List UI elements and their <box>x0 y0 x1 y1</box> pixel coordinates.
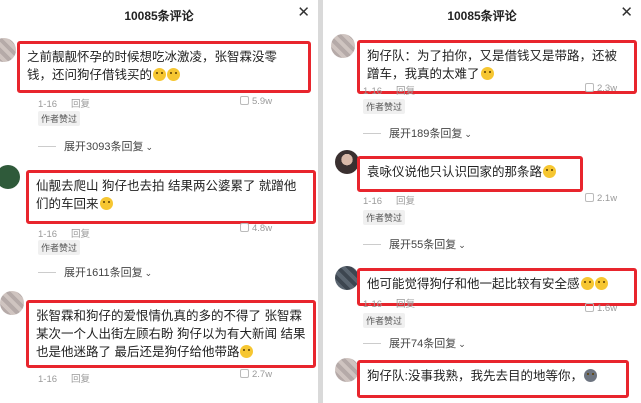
thumb-icon <box>240 223 249 232</box>
comment-meta: 1-16 回复 <box>38 99 91 110</box>
avatar[interactable] <box>0 291 24 315</box>
avatar[interactable] <box>331 34 355 58</box>
comment-text: 仙靓去爬山 狗仔也去拍 结果两公婆累了 就蹭他们的车回来 <box>36 179 297 211</box>
author-liked-badge: 作者赞过 <box>363 210 406 225</box>
thumb-icon <box>240 369 249 378</box>
grin-emoji-icon <box>580 277 594 290</box>
thumb-icon <box>585 83 594 92</box>
reply-link[interactable]: 回复 <box>396 299 415 310</box>
like-count[interactable]: 2.7w <box>240 369 272 380</box>
like-count[interactable]: 2.1w <box>585 193 617 204</box>
like-count[interactable]: 1.6w <box>585 303 617 314</box>
like-count[interactable]: 5.9w <box>240 96 272 107</box>
author-liked-badge: 作者赞过 <box>38 240 81 255</box>
thumb-icon <box>240 96 249 105</box>
comments-panel-left: 10085条评论 ✕ 之前靓靓怀孕的时候想吃冰激凌，张智霖没零钱，还问狗仔借钱买… <box>0 0 318 403</box>
chevron-down-icon: ⌄ <box>144 268 153 278</box>
husky-emoji-icon <box>583 369 597 382</box>
comment-text: 他可能觉得狗仔和他一起比较有安全感 <box>367 277 580 291</box>
thumb-icon <box>585 303 594 312</box>
grin-emoji-icon <box>99 197 113 210</box>
comment-meta: 1-16 回复 <box>38 374 91 385</box>
author-liked-badge: 作者赞过 <box>38 111 81 126</box>
comments-count-title: 10085条评论 <box>124 9 194 23</box>
reply-link[interactable]: 回复 <box>71 374 90 385</box>
like-count[interactable]: 4.8w <box>240 223 272 234</box>
comments-panel-right: 10085条评论 ✕ 狗仔队：为了拍你，又是借钱又是带路，还被蹭车，我真的太难了… <box>323 0 641 403</box>
avatar[interactable] <box>0 38 16 62</box>
author-liked-badge: 作者赞过 <box>363 313 406 328</box>
expand-replies-button[interactable]: 展开189条回复 ⌄ <box>363 125 472 141</box>
chevron-down-icon: ⌄ <box>458 339 466 349</box>
comment-meta: 1-16 回复 <box>38 229 91 240</box>
grin-emoji-icon <box>543 165 557 178</box>
avatar[interactable] <box>335 358 359 382</box>
reply-link[interactable]: 回复 <box>396 196 415 207</box>
chevron-down-icon: ⌄ <box>458 240 466 250</box>
grin-emoji-icon <box>153 68 167 81</box>
comment-text-box: 仙靓去爬山 狗仔也去拍 结果两公婆累了 就蹭他们的车回来 <box>26 170 316 224</box>
comment-text-box: 狗仔队:没事我熟，我先去目的地等你， <box>357 360 629 398</box>
comments-count-title: 10085条评论 <box>447 9 517 23</box>
comment-text-box: 张智霖和狗仔的爱恨情仇真的多的不得了 张智霖某次一个人出街左顾右盼 狗仔以为有大… <box>26 300 316 368</box>
reply-link[interactable]: 回复 <box>71 99 90 110</box>
avatar[interactable] <box>335 150 359 174</box>
like-count[interactable]: 2.3w <box>585 83 617 94</box>
expand-replies-button[interactable]: 展开74条回复 ⌄ <box>363 335 466 351</box>
avatar[interactable] <box>335 266 359 290</box>
grin-emoji-icon <box>480 67 494 80</box>
comment-text-box: 袁咏仪说他只认识回家的那条路 <box>357 156 583 192</box>
grin-emoji-icon <box>167 68 181 81</box>
comment-text: 张智霖和狗仔的爱恨情仇真的多的不得了 张智霖某次一个人出街左顾右盼 狗仔以为有大… <box>36 309 306 359</box>
comment-meta: 1-16 回复 <box>363 86 416 97</box>
expand-replies-button[interactable]: 展开55条回复 ⌄ <box>363 236 466 252</box>
chevron-down-icon: ⌄ <box>145 142 154 152</box>
comment-text-box: 之前靓靓怀孕的时候想吃冰激凌，张智霖没零钱，还问狗仔借钱买的 <box>17 41 311 93</box>
close-icon[interactable]: ✕ <box>297 3 310 21</box>
comment-text: 袁咏仪说他只认识回家的那条路 <box>367 165 543 179</box>
comment-text: 之前靓靓怀孕的时候想吃冰激凌，张智霖没零钱，还问狗仔借钱买的 <box>27 50 278 82</box>
reply-link[interactable]: 回复 <box>71 229 90 240</box>
comment-meta: 1-16 回复 <box>363 299 416 310</box>
grin-emoji-icon <box>594 277 608 290</box>
close-icon[interactable]: ✕ <box>620 3 633 21</box>
expand-replies-button[interactable]: 展开1611条回复 ⌄ <box>38 264 152 280</box>
expand-replies-button[interactable]: 展开3093条回复 ⌄ <box>38 138 153 154</box>
grin-emoji-icon <box>240 345 254 358</box>
comment-text: 狗仔队:没事我熟，我先去目的地等你， <box>367 369 583 383</box>
comment-meta: 1-16 回复 <box>363 196 416 207</box>
reply-link[interactable]: 回复 <box>396 86 415 97</box>
chevron-down-icon: ⌄ <box>464 129 472 139</box>
thumb-icon <box>585 193 594 202</box>
author-liked-badge: 作者赞过 <box>363 99 406 114</box>
avatar[interactable] <box>0 165 20 189</box>
